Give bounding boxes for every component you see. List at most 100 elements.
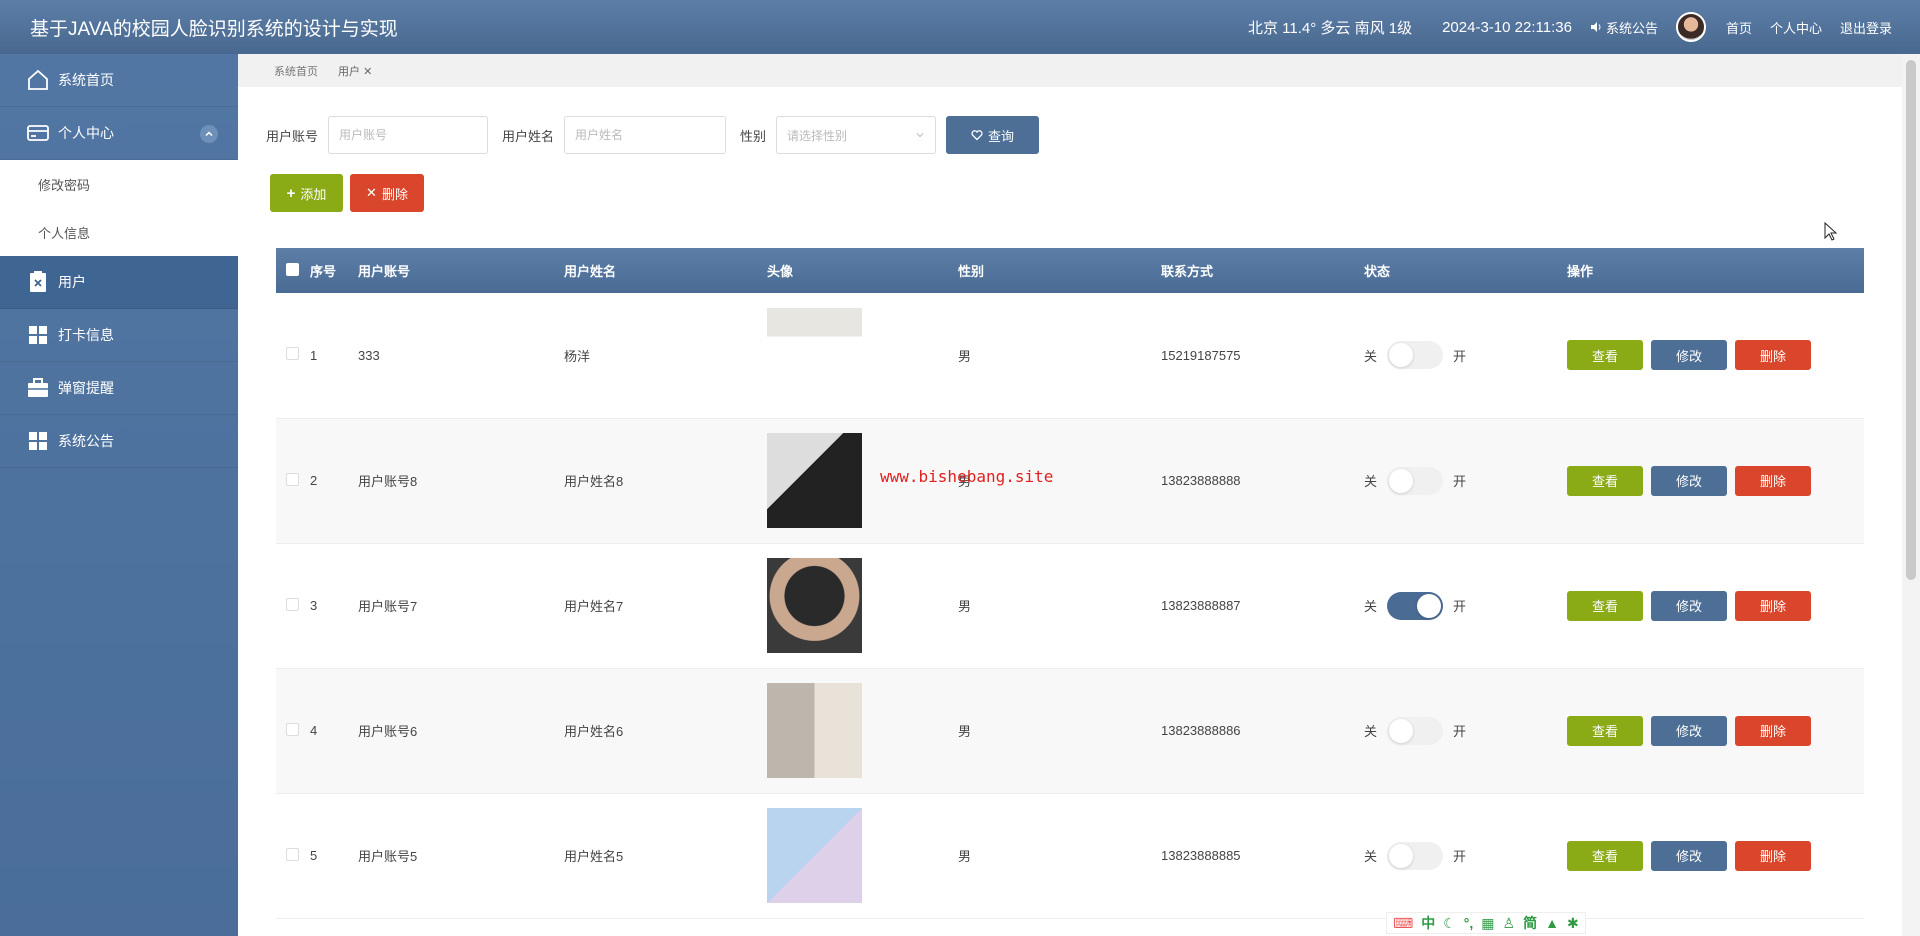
row-checkbox[interactable] <box>286 847 299 861</box>
moon-icon: ☾ <box>1443 914 1456 931</box>
personal-center-link[interactable]: 个人中心 <box>1770 18 1822 37</box>
plus-icon: + <box>286 184 296 202</box>
sidebar-item-label: 弹窗提醒 <box>58 380 114 396</box>
home-link[interactable]: 首页 <box>1726 18 1752 37</box>
watermark: www.bishebang.site <box>880 467 1054 486</box>
status-toggle-group: 关开 <box>1364 341 1567 370</box>
ime-mode-label: 中 <box>1421 915 1436 931</box>
edit-button[interactable]: 修改 <box>1651 465 1727 496</box>
query-button[interactable]: 查询 <box>946 116 1040 154</box>
sidebar-item-label: 系统首页 <box>58 72 114 88</box>
toggle-knob <box>1389 343 1414 368</box>
edit-button[interactable]: 修改 <box>1651 590 1727 621</box>
sidebar-item-personal-center[interactable]: 个人中心 <box>0 107 238 160</box>
chevron-up-icon[interactable] <box>200 125 218 143</box>
col-actions: 操作 <box>1567 264 1594 279</box>
status-on-label: 开 <box>1453 348 1467 364</box>
row-checkbox[interactable] <box>286 722 299 736</box>
chevron-down-icon <box>916 133 924 138</box>
col-no: 序号 <box>310 264 337 279</box>
row-checkbox[interactable] <box>286 597 299 611</box>
add-label: 添加 <box>300 186 327 202</box>
delete-button[interactable]: 删除 <box>1735 465 1811 496</box>
name-label: 用户姓名 <box>502 128 555 144</box>
ime-toolbar[interactable]: ⌨ 中 ☾ °, ▦ ♙ 简 ▲ ✱ <box>1386 912 1586 934</box>
delete-button[interactable]: 删除 <box>1735 840 1811 871</box>
sidebar-item-checkin-info[interactable]: 打卡信息 <box>0 309 238 362</box>
breadcrumb-home[interactable]: 系统首页 <box>274 63 318 79</box>
row-actions: 查看 修改 删除 <box>1567 340 1864 371</box>
page-scrollbar[interactable] <box>1902 54 1920 936</box>
status-toggle[interactable] <box>1387 841 1444 870</box>
sidebar-item-home[interactable]: 系统首页 <box>0 54 238 107</box>
sub-item-personal-info[interactable]: 个人信息 <box>0 208 238 256</box>
dots-icon: °, <box>1463 915 1474 931</box>
select-all-checkbox[interactable] <box>286 262 299 276</box>
avatar-photo <box>767 433 862 528</box>
delete-button[interactable]: 删除 <box>1735 715 1811 746</box>
gender-select[interactable]: 请选择性别 <box>776 116 937 154</box>
col-avatar: 头像 <box>767 264 794 279</box>
table-row: 4 用户账号6 用户姓名6 男 13823888886 关开查看 修改 删除 <box>276 668 1864 793</box>
delete-button[interactable]: 删除 <box>1735 340 1811 371</box>
status-toggle[interactable] <box>1387 341 1444 370</box>
person-icon: ♙ <box>1502 914 1516 931</box>
row-checkbox[interactable] <box>286 472 299 486</box>
cell-no: 2 <box>310 473 318 488</box>
account-label: 用户账号 <box>266 128 319 144</box>
account-input[interactable] <box>328 116 489 154</box>
avatar-photo <box>767 808 862 903</box>
view-button[interactable]: 查看 <box>1567 465 1643 496</box>
cell-account: 用户账号7 <box>358 599 418 614</box>
edit-button[interactable]: 修改 <box>1651 715 1727 746</box>
mouse-cursor-icon <box>1824 222 1838 241</box>
col-account: 用户账号 <box>358 264 411 279</box>
status-toggle[interactable] <box>1387 591 1444 620</box>
card-icon <box>26 121 50 145</box>
status-toggle[interactable] <box>1387 716 1444 745</box>
cell-name: 用户姓名7 <box>564 599 624 614</box>
keyboard-icon: ▦ <box>1481 914 1495 931</box>
edit-button[interactable]: 修改 <box>1651 340 1727 371</box>
action-bar: + 添加 ✕ 删除 <box>270 174 424 212</box>
add-button[interactable]: + 添加 <box>270 174 343 212</box>
notice-link[interactable]: 系统公告 <box>1590 18 1658 37</box>
cell-phone: 13823888888 <box>1161 473 1241 488</box>
status-toggle-group: 关开 <box>1364 841 1567 870</box>
cell-name: 杨洋 <box>564 348 591 364</box>
cell-gender: 男 <box>958 599 972 614</box>
batch-delete-button[interactable]: ✕ 删除 <box>350 174 424 212</box>
view-button[interactable]: 查看 <box>1567 590 1643 621</box>
sub-item-change-password[interactable]: 修改密码 <box>0 160 238 208</box>
query-label: 查询 <box>988 128 1015 144</box>
breadcrumb-current[interactable]: 用户 ✕ <box>338 63 372 79</box>
toggle-knob <box>1417 593 1442 618</box>
gear-icon: ✱ <box>1566 914 1579 931</box>
gender-label: 性别 <box>740 128 767 144</box>
sidebar-item-users[interactable]: 用户 <box>0 256 238 309</box>
view-button[interactable]: 查看 <box>1567 840 1643 871</box>
view-button[interactable]: 查看 <box>1567 715 1643 746</box>
sidebar-item-announcements[interactable]: 系统公告 <box>0 415 238 468</box>
gender-select-placeholder: 请选择性别 <box>787 128 848 143</box>
heart-icon <box>971 130 983 141</box>
status-toggle[interactable] <box>1387 466 1444 495</box>
edit-button[interactable]: 修改 <box>1651 840 1727 871</box>
close-icon[interactable]: ✕ <box>363 66 372 78</box>
row-checkbox[interactable] <box>286 347 299 361</box>
status-toggle-group: 关开 <box>1364 591 1567 620</box>
status-off-label: 关 <box>1364 599 1378 614</box>
speaker-icon <box>1590 22 1601 32</box>
logout-link[interactable]: 退出登录 <box>1840 18 1892 37</box>
sidebar-item-label: 打卡信息 <box>58 327 114 343</box>
name-input[interactable] <box>564 116 727 154</box>
cell-no: 5 <box>310 848 318 863</box>
delete-button[interactable]: 删除 <box>1735 590 1811 621</box>
view-button[interactable]: 查看 <box>1567 340 1643 371</box>
col-gender: 性别 <box>958 264 985 279</box>
personal-center-submenu: 修改密码 个人信息 <box>0 160 238 256</box>
user-avatar[interactable] <box>1675 12 1706 42</box>
scrollbar-thumb[interactable] <box>1906 60 1916 580</box>
sidebar-item-popup-reminder[interactable]: 弹窗提醒 <box>0 362 238 415</box>
toggle-knob <box>1389 468 1414 493</box>
